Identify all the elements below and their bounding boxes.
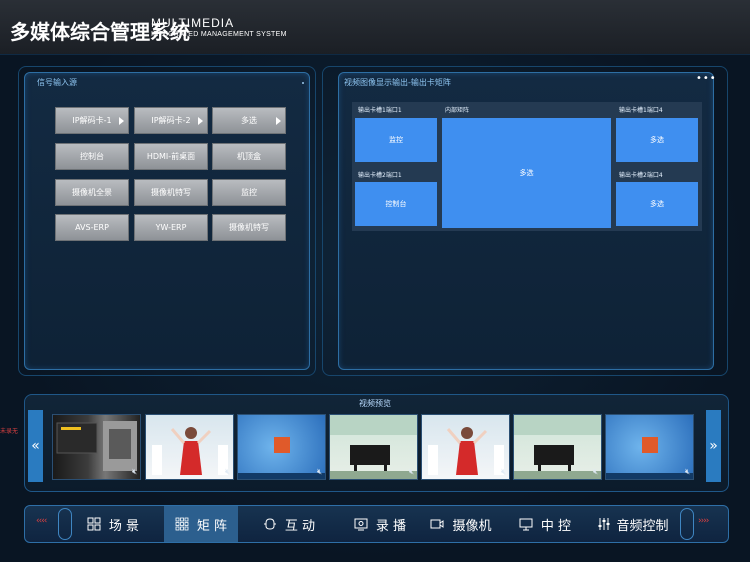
output-box-console[interactable]: 控制台: [355, 182, 437, 226]
source-button-label: IP解码卡-2: [151, 116, 191, 125]
dancer-video-icon: [152, 427, 228, 475]
source-button-console[interactable]: 控制台: [55, 143, 129, 170]
output-box-monitor[interactable]: 监控: [355, 118, 437, 162]
output-box-card2-port4[interactable]: 多选: [616, 182, 698, 226]
right-decor-chevrons-icon: ››››: [698, 516, 709, 526]
nav-label: 矩 阵: [196, 518, 228, 534]
source-button-label: 多选: [241, 116, 257, 125]
output-box-internal-matrix[interactable]: 多选: [442, 118, 611, 228]
source-button-label: 摄像机特写: [151, 188, 191, 197]
nav-item-interact[interactable]: 互 动: [250, 506, 328, 542]
nav-label: 音频控制: [616, 518, 669, 534]
source-button-label: 摄像机特写: [229, 223, 269, 232]
preview-thumbnail[interactable]: 🔇︎: [145, 414, 234, 480]
card2-port4-label: 输出卡槽2端口4: [619, 172, 663, 179]
nav-item-camera[interactable]: 摄像机: [426, 506, 496, 542]
app-title-en-line1: MULTIMEDIA: [151, 16, 235, 30]
preview-thumbnail[interactable]: 🔇︎: [421, 414, 510, 480]
source-button-ip-decoder-1[interactable]: IP解码卡-1: [55, 107, 129, 134]
source-button-set-top-box[interactable]: 机顶盒: [212, 143, 286, 170]
interact-icon: [263, 518, 276, 530]
nav-item-recording[interactable]: 录 播: [338, 506, 422, 542]
mute-icon[interactable]: 🔇︎: [317, 467, 322, 477]
nav-label: 互 动: [284, 518, 316, 534]
preview-scroll-right-button[interactable]: »: [706, 410, 721, 482]
source-button-label: 机顶盒: [237, 152, 261, 161]
piano-video-icon: [330, 415, 417, 479]
preview-thumbnail[interactable]: 🔇︎: [513, 414, 602, 480]
more-options-icon[interactable]: •••: [696, 73, 717, 84]
source-button-ip-decoder-2[interactable]: IP解码卡-2: [134, 107, 208, 134]
mute-icon[interactable]: 🔇︎: [409, 467, 414, 477]
card2-port1-label: 输出卡槽2端口1: [358, 172, 402, 179]
arrow-right-icon: [198, 117, 203, 125]
arrow-right-icon: [276, 117, 281, 125]
nav-item-matrix[interactable]: 矩 阵: [164, 506, 238, 542]
right-nav-cap-icon: [680, 508, 694, 540]
source-button-label: HDMI-前桌面: [146, 152, 196, 161]
source-button-label: IP解码卡-1: [72, 116, 112, 125]
nav-label: 中 控: [540, 518, 572, 534]
mute-icon[interactable]: 🔇︎: [501, 467, 506, 477]
preview-scroll-left-button[interactable]: «: [28, 410, 43, 482]
internal-matrix-label: 内部矩阵: [445, 107, 470, 114]
output-box-card1-port4[interactable]: 多选: [616, 118, 698, 162]
audio-sliders-icon: [598, 518, 610, 530]
signal-panel-title: 信号输入源: [37, 78, 77, 87]
mute-icon[interactable]: 🔇︎: [593, 467, 598, 477]
recording-status-text: 未录无: [0, 428, 19, 435]
source-button-yw-erp[interactable]: YW-ERP: [134, 214, 208, 241]
source-button-label: YW-ERP: [155, 223, 187, 232]
nav-label: 场 景: [108, 518, 140, 534]
dancer-video-icon: [428, 427, 504, 475]
source-button-multi-select[interactable]: 多选: [212, 107, 286, 134]
nav-label: 摄像机: [452, 518, 492, 534]
piano-video-icon: [514, 415, 601, 479]
preview-thumbnail[interactable]: 🔇︎: [52, 414, 141, 480]
source-button-camera-closeup[interactable]: 摄像机特写: [134, 179, 208, 206]
app-header: 多媒体综合管理系统 MULTIMEDIA INTEGRATED MANAGEME…: [0, 0, 750, 55]
source-button-label: 监控: [241, 188, 257, 197]
mute-icon[interactable]: 🔇︎: [132, 467, 137, 477]
app-title-en-line2: INTEGRATED MANAGEMENT SYSTEM: [151, 31, 287, 38]
source-button-avs-erp[interactable]: AVS-ERP: [55, 214, 129, 241]
panel-dot-icon: [302, 82, 304, 84]
source-button-hdmi-front-desk[interactable]: HDMI-前桌面: [134, 143, 208, 170]
mute-icon[interactable]: 🔇︎: [225, 467, 230, 477]
control-icon: [519, 518, 533, 531]
source-button-label: 控制台: [80, 152, 104, 161]
mute-icon[interactable]: 🔇︎: [685, 467, 690, 477]
card1-port1-label: 输出卡槽1端口1: [358, 107, 402, 114]
video-preview-title: 视频预览: [359, 399, 391, 408]
left-decor-chevrons-icon: ‹‹‹‹: [36, 516, 47, 526]
left-nav-cap-icon: [58, 508, 72, 540]
nav-item-scene[interactable]: 场 景: [74, 506, 152, 542]
preview-thumbnail[interactable]: 🔇︎: [605, 414, 694, 480]
preview-thumbnail[interactable]: 🔇︎: [237, 414, 326, 480]
record-icon: [354, 518, 368, 531]
preview-thumbnail[interactable]: 🔇︎: [329, 414, 418, 480]
source-button-camera-closeup-2[interactable]: 摄像机特写: [212, 214, 286, 241]
source-button-camera-panorama[interactable]: 摄像机全景: [55, 179, 129, 206]
output-panel-title: 视频图像显示输出-输出卡矩阵: [344, 78, 451, 87]
grid-icon: [87, 517, 101, 531]
camera-icon: [430, 519, 444, 529]
source-button-monitor[interactable]: 监控: [212, 179, 286, 206]
nav-item-audio-control[interactable]: 音频控制: [596, 506, 670, 542]
output-matrix-area: 输出卡槽1端口1 内部矩阵 输出卡槽1端口4 监控 多选 多选 输出卡槽2端口1…: [352, 102, 702, 231]
arrow-right-icon: [119, 117, 124, 125]
source-button-label: 摄像机全景: [72, 188, 112, 197]
nav-item-central-control[interactable]: 中 控: [514, 506, 576, 542]
desktop-screenshot-icon: [56, 421, 137, 471]
matrix-icon: [175, 517, 189, 531]
nav-label: 录 播: [375, 518, 407, 534]
windows-desktop-icon: [606, 437, 693, 479]
windows-desktop-icon: [238, 437, 325, 479]
source-button-label: AVS-ERP: [75, 223, 109, 232]
card1-port4-label: 输出卡槽1端口4: [619, 107, 663, 114]
